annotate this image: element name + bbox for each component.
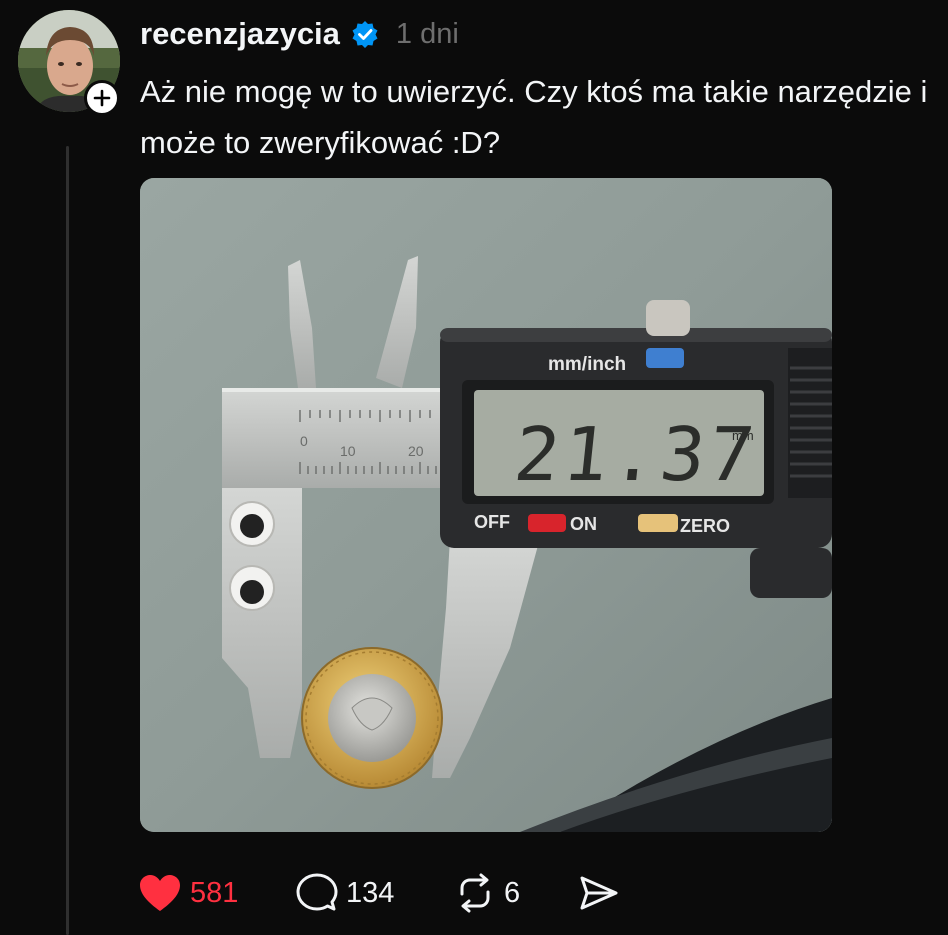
- comment-count: 134: [346, 876, 395, 909]
- scale-label-20: 20: [408, 443, 424, 459]
- lcd-unit: mm: [732, 428, 754, 443]
- username[interactable]: recenzjazycia: [140, 16, 340, 52]
- off-label: OFF: [474, 512, 510, 532]
- post-header: recenzjazycia 1 dni: [140, 14, 459, 54]
- like-count: 581: [190, 876, 239, 909]
- repost-button[interactable]: 6: [454, 868, 520, 918]
- thread-line: [66, 146, 69, 935]
- plus-icon: [93, 89, 111, 107]
- comment-icon: [296, 873, 338, 911]
- heart-icon: [140, 875, 180, 911]
- follow-button[interactable]: [84, 80, 120, 116]
- post-timestamp: 1 dni: [395, 17, 459, 50]
- comment-button[interactable]: 134: [296, 868, 394, 918]
- repost-icon: [460, 873, 490, 913]
- zero-label: ZERO: [680, 516, 730, 536]
- share-icon: [580, 876, 618, 910]
- like-button[interactable]: 581: [138, 868, 238, 918]
- lcd-reading: 21.37: [510, 412, 762, 498]
- mode-label: mm/inch: [548, 354, 626, 375]
- caliper-photo: 0 10 20 mm/inch 21.37 mm OFF ON ZERO: [140, 178, 832, 832]
- action-bar: 581 134 6: [138, 868, 638, 918]
- verified-icon: [350, 19, 380, 49]
- repost-count: 6: [504, 876, 521, 909]
- on-label: ON: [570, 514, 597, 534]
- share-button[interactable]: [578, 868, 620, 918]
- scale-label-0: 0: [300, 433, 308, 449]
- post-text: Aż nie mogę w to uwierzyć. Czy ktoś ma t…: [140, 74, 928, 160]
- post-image[interactable]: 0 10 20 mm/inch 21.37 mm OFF ON ZERO: [140, 178, 832, 832]
- scale-label-10: 10: [340, 443, 356, 459]
